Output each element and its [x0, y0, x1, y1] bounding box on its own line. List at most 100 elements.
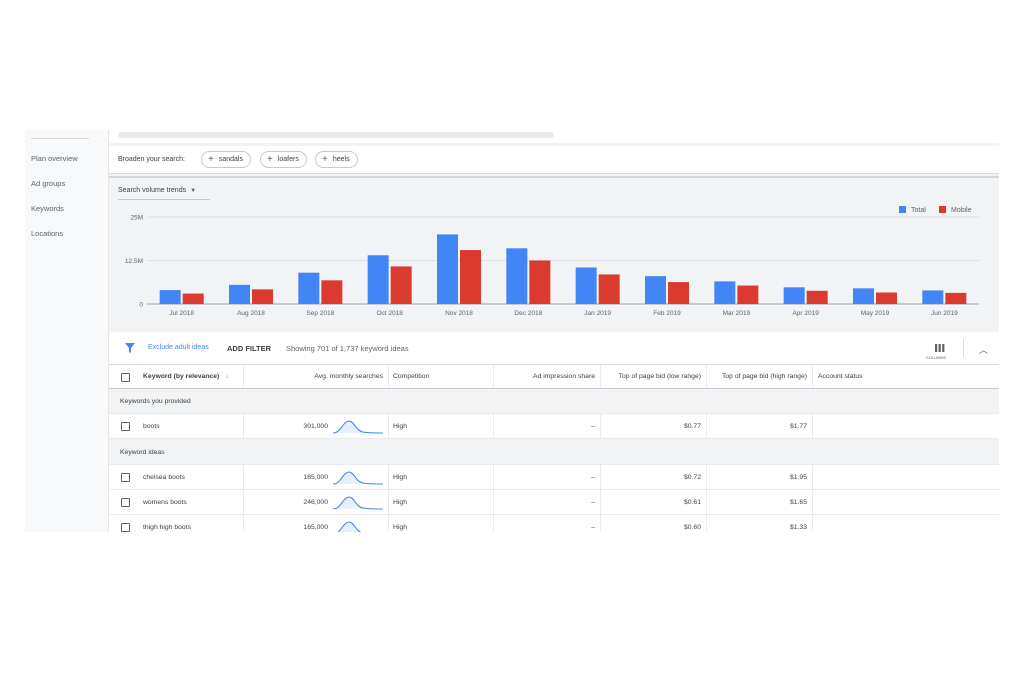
x-tick-label: Oct 2018 — [376, 310, 403, 317]
filter-icon[interactable] — [125, 343, 135, 353]
keyword-planner-frame: Plan overview Ad groups Keywords Locatio… — [25, 130, 999, 532]
bid-low-cell: $0.77 — [683, 422, 701, 430]
column-divider — [388, 515, 389, 532]
bar-total — [229, 284, 250, 304]
table-row[interactable]: womens boots 246,000 High – $0.61 $1.65 — [109, 490, 999, 515]
header-competition[interactable]: Competition — [393, 365, 429, 388]
y-tick-label: 25M — [130, 215, 143, 222]
row-checkbox[interactable] — [121, 523, 130, 532]
sidebar-item-keywords[interactable]: Keywords — [31, 204, 64, 213]
legend-swatch-total — [899, 206, 906, 213]
y-tick-label: 0 — [139, 302, 143, 309]
competition-cell: High — [393, 473, 407, 481]
bar-total — [506, 248, 528, 304]
x-tick-label: Feb 2019 — [653, 310, 681, 317]
bid-low-cell: $0.60 — [683, 523, 701, 531]
plus-icon: + — [208, 153, 214, 165]
bar-mobile — [876, 292, 897, 304]
x-tick-label: Aug 2018 — [237, 310, 265, 317]
chip-loafers[interactable]: + loafers — [260, 151, 307, 168]
columns-label: COLUMNS — [926, 355, 947, 360]
group-row-provided: Keywords you provided — [109, 389, 999, 414]
column-divider — [388, 490, 389, 514]
competition-cell: High — [393, 523, 407, 531]
header-avg-searches[interactable]: Avg. monthly searches — [243, 365, 383, 388]
table-row[interactable]: boots 301,000 High – $0.77 $1.77 — [109, 414, 999, 439]
ad-impression-cell: – — [591, 523, 595, 531]
search-volume-chart-area: Search volume trends ▼ 0 12.5M 25M Jul 2018 A… — [109, 176, 999, 322]
chip-label: heels — [332, 156, 350, 163]
chip-label: sandals — [218, 156, 243, 163]
table-row[interactable]: chelsea boots 165,000 High – $0.72 $1.95 — [109, 465, 999, 490]
row-checkbox[interactable] — [121, 422, 130, 431]
chevron-up-icon[interactable]: ︿ — [979, 343, 988, 356]
column-divider — [388, 365, 389, 388]
x-tick-label: Sep 2018 — [306, 310, 334, 317]
bar-total — [437, 234, 458, 304]
trend-sparkline — [333, 420, 383, 434]
chip-sandals[interactable]: + sandals — [201, 151, 251, 168]
showing-count-text: Showing 701 of 1,737 keyword ideas — [286, 344, 409, 353]
header-account-status[interactable]: Account status — [818, 365, 863, 388]
column-divider — [812, 465, 813, 489]
column-divider — [812, 515, 813, 532]
bar-mobile — [668, 282, 689, 304]
loading-placeholder — [118, 132, 554, 138]
bar-total — [853, 288, 874, 304]
chip-heels[interactable]: + heels — [315, 151, 358, 168]
broaden-search-bar: Broaden your search: + sandals + loafers… — [109, 146, 999, 174]
column-divider — [812, 490, 813, 514]
bar-mobile — [806, 290, 828, 304]
table-row[interactable]: thigh high boots 165,000 High – $0.60 $1.33 — [109, 515, 999, 532]
avg-searches-cell: 165,000 — [303, 523, 328, 531]
exclude-adult-ideas-link[interactable]: Exclude adult ideas — [148, 344, 209, 351]
x-tick-label: Nov 2018 — [445, 310, 473, 317]
bar-total — [298, 272, 320, 304]
sidebar-item-plan-overview[interactable]: Plan overview — [31, 154, 78, 163]
keyword-cell: boots — [143, 422, 160, 430]
bar-mobile — [460, 250, 481, 304]
column-divider — [812, 414, 813, 438]
group-label: Keywords you provided — [120, 398, 191, 405]
bar-mobile — [252, 289, 273, 304]
bid-low-cell: $0.72 — [683, 473, 701, 481]
group-label: Keyword ideas — [120, 449, 165, 456]
bar-total — [714, 281, 736, 304]
select-all-checkbox[interactable] — [121, 373, 130, 382]
bar-total — [922, 290, 944, 304]
keyword-cell: chelsea boots — [143, 473, 185, 481]
x-tick-label: Apr 2019 — [792, 310, 819, 317]
sidebar-divider — [31, 138, 89, 139]
header-bid-high[interactable]: Top of page bid (high range) — [706, 365, 807, 388]
trend-sparkline — [337, 521, 362, 532]
trend-sparkline — [333, 496, 383, 510]
bar-mobile — [321, 280, 343, 304]
row-checkbox[interactable] — [121, 473, 130, 482]
header-keyword-label: Keyword (by relevance) — [143, 373, 220, 380]
main-panel: Broaden your search: + sandals + loafers… — [109, 130, 999, 532]
bid-high-cell: $1.65 — [789, 498, 807, 506]
chip-label: loafers — [277, 156, 299, 163]
bar-mobile — [945, 292, 967, 304]
add-filter-button[interactable]: ADD FILTER — [227, 344, 271, 353]
bid-high-cell: $1.95 — [789, 473, 807, 481]
broaden-label: Broaden your search: — [118, 156, 185, 163]
y-tick-label: 12.5M — [125, 258, 143, 265]
group-row-ideas: Keyword ideas — [109, 440, 999, 465]
header-keyword[interactable]: Keyword (by relevance) ↓ — [143, 365, 229, 388]
header-bid-low[interactable]: Top of page bid (low range) — [600, 365, 701, 388]
row-checkbox[interactable] — [121, 498, 130, 507]
bid-high-cell: $1.77 — [789, 422, 807, 430]
bid-low-cell: $0.61 — [683, 498, 701, 506]
bar-total — [645, 276, 666, 304]
bar-total — [367, 255, 389, 304]
sidebar-item-locations[interactable]: Locations — [31, 229, 63, 238]
sidebar-item-ad-groups[interactable]: Ad groups — [31, 179, 65, 188]
sort-arrow-icon: ↓ — [225, 373, 229, 380]
header-ad-impression-share[interactable]: Ad impression share — [493, 365, 595, 388]
plus-icon: + — [267, 153, 273, 165]
x-tick-label: Mar 2019 — [723, 310, 751, 317]
filter-bar: Exclude adult ideas ADD FILTER Showing 7… — [109, 332, 999, 364]
column-divider — [388, 465, 389, 489]
ad-impression-cell: – — [591, 422, 595, 430]
